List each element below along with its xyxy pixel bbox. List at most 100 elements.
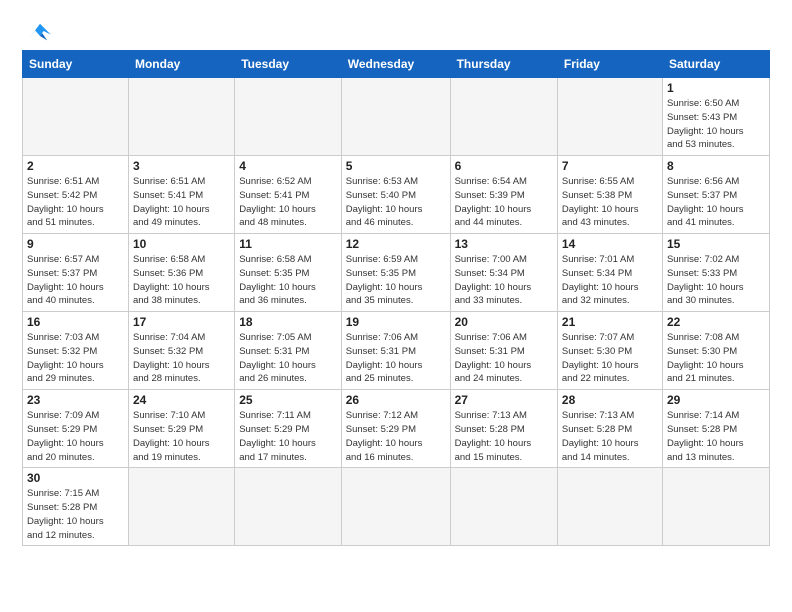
calendar-week-row: 16Sunrise: 7:03 AM Sunset: 5:32 PM Dayli… (23, 312, 770, 390)
day-number: 6 (455, 159, 553, 173)
day-cell: 29 Sunrise: 7:14 AM Sunset: 5:28 PM Dayli… (662, 390, 769, 468)
day-number: 10 (133, 237, 230, 251)
day-cell: 27 Sunrise: 7:13 AM Sunset: 5:28 PM Dayli… (450, 390, 557, 468)
day-number: 18 (239, 315, 337, 329)
day-info: Sunrise: 7:15 AM Sunset: 5:28 PM Dayligh… (27, 487, 124, 542)
day-number: 1 (667, 81, 765, 95)
day-info: Sunrise: 6:51 AM Sunset: 5:41 PM Dayligh… (133, 175, 230, 230)
day-number: 29 (667, 393, 765, 407)
day-info: Sunrise: 6:58 AM Sunset: 5:35 PM Dayligh… (239, 253, 337, 308)
day-cell: 24 Sunrise: 7:10 AM Sunset: 5:29 PM Dayli… (128, 390, 234, 468)
weekday-wednesday: Wednesday (341, 51, 450, 78)
empty-day-cell (341, 468, 450, 546)
empty-day-cell (235, 468, 342, 546)
day-number: 2 (27, 159, 124, 173)
day-cell: 17 Sunrise: 7:04 AM Sunset: 5:32 PM Dayli… (128, 312, 234, 390)
day-cell: 2 Sunrise: 6:51 AM Sunset: 5:42 PM Daylig… (23, 156, 129, 234)
day-number: 21 (562, 315, 658, 329)
day-number: 11 (239, 237, 337, 251)
weekday-tuesday: Tuesday (235, 51, 342, 78)
calendar-week-row: 2 Sunrise: 6:51 AM Sunset: 5:42 PM Daylig… (23, 156, 770, 234)
weekday-monday: Monday (128, 51, 234, 78)
day-cell: 11 Sunrise: 6:58 AM Sunset: 5:35 PM Dayli… (235, 234, 342, 312)
calendar-table: SundayMondayTuesdayWednesdayThursdayFrid… (22, 50, 770, 546)
day-info: Sunrise: 6:53 AM Sunset: 5:40 PM Dayligh… (346, 175, 446, 230)
day-number: 15 (667, 237, 765, 251)
empty-day-cell (450, 78, 557, 156)
day-cell: 4Sunrise: 6:52 AM Sunset: 5:41 PM Daylig… (235, 156, 342, 234)
day-number: 27 (455, 393, 553, 407)
calendar-week-row: 1 Sunrise: 6:50 AM Sunset: 5:43 PM Daylig… (23, 78, 770, 156)
day-info: Sunrise: 7:13 AM Sunset: 5:28 PM Dayligh… (455, 409, 553, 464)
day-cell: 7Sunrise: 6:55 AM Sunset: 5:38 PM Daylig… (557, 156, 662, 234)
day-cell: 19Sunrise: 7:06 AM Sunset: 5:31 PM Dayli… (341, 312, 450, 390)
calendar-week-row: 9Sunrise: 6:57 AM Sunset: 5:37 PM Daylig… (23, 234, 770, 312)
empty-day-cell (557, 468, 662, 546)
day-info: Sunrise: 7:14 AM Sunset: 5:28 PM Dayligh… (667, 409, 765, 464)
day-cell: 20 Sunrise: 7:06 AM Sunset: 5:31 PM Dayli… (450, 312, 557, 390)
day-cell: 15 Sunrise: 7:02 AM Sunset: 5:33 PM Dayli… (662, 234, 769, 312)
empty-day-cell (557, 78, 662, 156)
day-info: Sunrise: 6:51 AM Sunset: 5:42 PM Dayligh… (27, 175, 124, 230)
day-info: Sunrise: 7:02 AM Sunset: 5:33 PM Dayligh… (667, 253, 765, 308)
day-number: 17 (133, 315, 230, 329)
logo (22, 18, 58, 42)
weekday-thursday: Thursday (450, 51, 557, 78)
day-info: Sunrise: 7:00 AM Sunset: 5:34 PM Dayligh… (455, 253, 553, 308)
weekday-saturday: Saturday (662, 51, 769, 78)
day-cell: 28Sunrise: 7:13 AM Sunset: 5:28 PM Dayli… (557, 390, 662, 468)
day-info: Sunrise: 7:06 AM Sunset: 5:31 PM Dayligh… (455, 331, 553, 386)
day-cell: 30 Sunrise: 7:15 AM Sunset: 5:28 PM Dayli… (23, 468, 129, 546)
day-number: 14 (562, 237, 658, 251)
day-cell: 13 Sunrise: 7:00 AM Sunset: 5:34 PM Dayli… (450, 234, 557, 312)
header (22, 18, 770, 42)
day-cell: 21 Sunrise: 7:07 AM Sunset: 5:30 PM Dayli… (557, 312, 662, 390)
day-info: Sunrise: 6:58 AM Sunset: 5:36 PM Dayligh… (133, 253, 230, 308)
day-number: 5 (346, 159, 446, 173)
day-info: Sunrise: 7:04 AM Sunset: 5:32 PM Dayligh… (133, 331, 230, 386)
day-cell: 18 Sunrise: 7:05 AM Sunset: 5:31 PM Dayli… (235, 312, 342, 390)
day-cell: 25Sunrise: 7:11 AM Sunset: 5:29 PM Dayli… (235, 390, 342, 468)
day-info: Sunrise: 7:10 AM Sunset: 5:29 PM Dayligh… (133, 409, 230, 464)
day-number: 13 (455, 237, 553, 251)
day-info: Sunrise: 7:07 AM Sunset: 5:30 PM Dayligh… (562, 331, 658, 386)
day-cell: 3 Sunrise: 6:51 AM Sunset: 5:41 PM Daylig… (128, 156, 234, 234)
day-cell: 5 Sunrise: 6:53 AM Sunset: 5:40 PM Daylig… (341, 156, 450, 234)
day-cell: 14 Sunrise: 7:01 AM Sunset: 5:34 PM Dayli… (557, 234, 662, 312)
day-number: 4 (239, 159, 337, 173)
day-number: 22 (667, 315, 765, 329)
day-number: 20 (455, 315, 553, 329)
day-info: Sunrise: 6:59 AM Sunset: 5:35 PM Dayligh… (346, 253, 446, 308)
day-number: 26 (346, 393, 446, 407)
empty-day-cell (450, 468, 557, 546)
day-info: Sunrise: 7:03 AM Sunset: 5:32 PM Dayligh… (27, 331, 124, 386)
day-info: Sunrise: 6:50 AM Sunset: 5:43 PM Dayligh… (667, 97, 765, 152)
day-number: 24 (133, 393, 230, 407)
empty-day-cell (235, 78, 342, 156)
day-number: 23 (27, 393, 124, 407)
day-number: 12 (346, 237, 446, 251)
day-cell: 1 Sunrise: 6:50 AM Sunset: 5:43 PM Daylig… (662, 78, 769, 156)
day-cell: 16Sunrise: 7:03 AM Sunset: 5:32 PM Dayli… (23, 312, 129, 390)
empty-day-cell (341, 78, 450, 156)
day-cell: 12 Sunrise: 6:59 AM Sunset: 5:35 PM Dayli… (341, 234, 450, 312)
empty-day-cell (128, 468, 234, 546)
day-number: 3 (133, 159, 230, 173)
day-number: 19 (346, 315, 446, 329)
day-cell: 9Sunrise: 6:57 AM Sunset: 5:37 PM Daylig… (23, 234, 129, 312)
day-info: Sunrise: 6:54 AM Sunset: 5:39 PM Dayligh… (455, 175, 553, 230)
day-number: 25 (239, 393, 337, 407)
empty-day-cell (662, 468, 769, 546)
day-cell: 26Sunrise: 7:12 AM Sunset: 5:29 PM Dayli… (341, 390, 450, 468)
day-info: Sunrise: 7:01 AM Sunset: 5:34 PM Dayligh… (562, 253, 658, 308)
day-number: 30 (27, 471, 124, 485)
day-info: Sunrise: 7:05 AM Sunset: 5:31 PM Dayligh… (239, 331, 337, 386)
day-info: Sunrise: 7:09 AM Sunset: 5:29 PM Dayligh… (27, 409, 124, 464)
day-info: Sunrise: 6:55 AM Sunset: 5:38 PM Dayligh… (562, 175, 658, 230)
calendar-week-row: 23 Sunrise: 7:09 AM Sunset: 5:29 PM Dayli… (23, 390, 770, 468)
weekday-sunday: Sunday (23, 51, 129, 78)
empty-day-cell (23, 78, 129, 156)
day-info: Sunrise: 7:13 AM Sunset: 5:28 PM Dayligh… (562, 409, 658, 464)
weekday-friday: Friday (557, 51, 662, 78)
day-cell: 10 Sunrise: 6:58 AM Sunset: 5:36 PM Dayli… (128, 234, 234, 312)
